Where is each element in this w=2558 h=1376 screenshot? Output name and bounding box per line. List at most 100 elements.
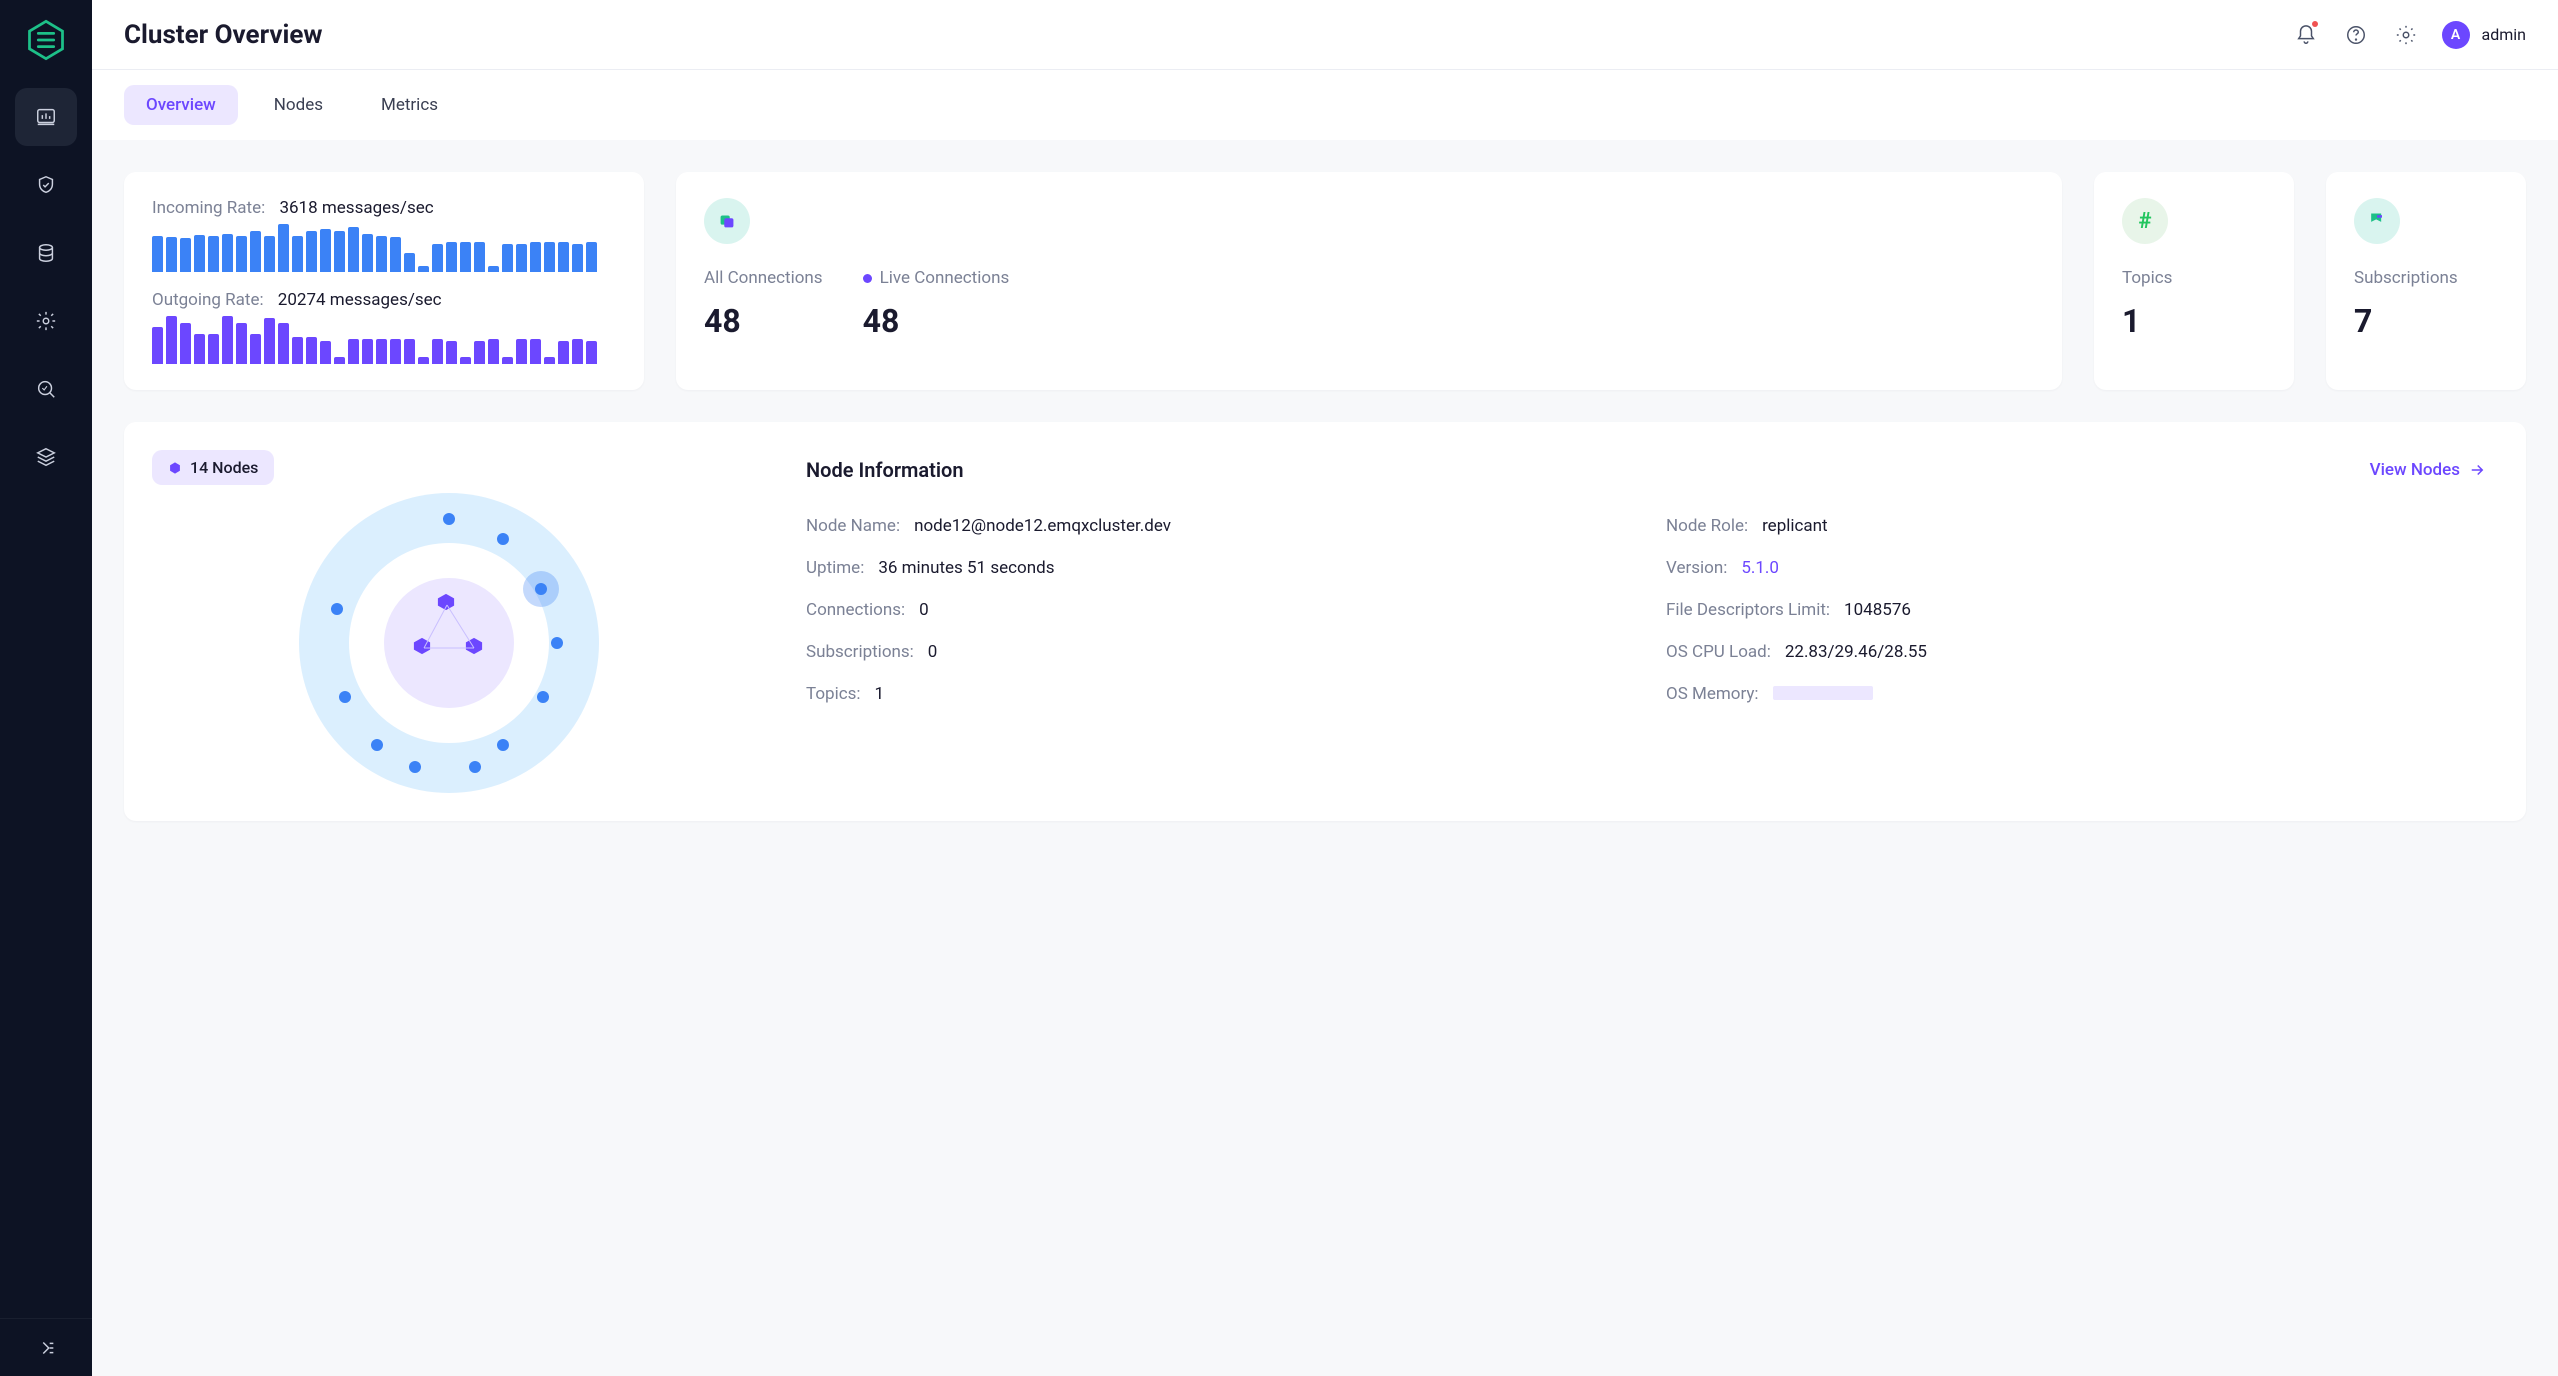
help-button[interactable] — [2342, 21, 2370, 49]
outgoing-rate-chart — [152, 316, 616, 364]
settings-button[interactable] — [2392, 21, 2420, 49]
notifications-button[interactable] — [2292, 21, 2320, 49]
bar — [292, 337, 303, 364]
bar — [208, 334, 219, 364]
connections-icon — [704, 198, 750, 244]
bar — [544, 357, 555, 364]
core-links — [384, 578, 514, 708]
bar — [306, 231, 317, 272]
live-connections-value: 48 — [863, 302, 1010, 340]
bar — [432, 244, 443, 272]
nav-dashboard[interactable] — [15, 88, 77, 146]
bar — [432, 339, 443, 364]
bar — [390, 339, 401, 364]
node-name-label: Node Name: — [806, 516, 900, 536]
bar — [362, 339, 373, 364]
subscriptions-card: Subscriptions 7 — [2326, 172, 2526, 390]
fd-value: 1048576 — [1844, 600, 1911, 620]
cpu-label: OS CPU Load: — [1666, 642, 1771, 662]
bar — [502, 244, 513, 272]
bar — [446, 242, 457, 272]
cpu-value: 22.83/29.46/28.55 — [1785, 642, 1927, 662]
bar — [404, 339, 415, 364]
bar — [404, 253, 415, 272]
nodes-count-badge: 14 Nodes — [152, 450, 274, 485]
fd-label: File Descriptors Limit: — [1666, 600, 1830, 620]
tab-nodes[interactable]: Nodes — [252, 85, 345, 125]
topics-label: Topics — [2122, 268, 2266, 288]
version-value[interactable]: 5.1.0 — [1741, 558, 1779, 578]
hash-icon: # — [2122, 198, 2168, 244]
incoming-rate-label: Incoming Rate: 3618 messages/sec — [152, 198, 616, 218]
notification-dot-icon — [2312, 21, 2318, 27]
node-name-value: node12@node12.emqxcluster.dev — [914, 516, 1171, 536]
bar — [348, 339, 359, 364]
node-role-value: replicant — [1762, 516, 1828, 536]
bar — [488, 339, 499, 364]
bar — [544, 242, 555, 272]
bar — [320, 341, 331, 364]
node-info-panel: Node Information View Nodes Node Name: no… — [774, 422, 2526, 821]
uptime-value: 36 minutes 51 seconds — [878, 558, 1054, 578]
bar — [488, 266, 499, 272]
bar — [460, 242, 471, 272]
flag-icon — [2354, 198, 2400, 244]
bar — [474, 341, 485, 364]
bar — [572, 244, 583, 272]
nav-search[interactable] — [15, 360, 77, 418]
bar — [152, 327, 163, 364]
bar — [376, 339, 387, 364]
header: Cluster Overview A admin — [92, 0, 2558, 70]
bar — [474, 242, 485, 272]
bar — [278, 224, 289, 272]
cluster-visualization: 14 Nodes — [124, 422, 774, 821]
uptime-label: Uptime: — [806, 558, 864, 578]
nav-settings[interactable] — [15, 292, 77, 350]
bar — [194, 334, 205, 364]
nav-database[interactable] — [15, 224, 77, 282]
node-role-label: Node Role: — [1666, 516, 1748, 536]
tab-overview[interactable]: Overview — [124, 85, 238, 125]
topics-value: 1 — [2122, 302, 2266, 340]
arrow-right-icon — [2468, 461, 2486, 479]
bar — [530, 242, 541, 272]
connections-value: 0 — [919, 600, 929, 620]
topics-value2: 1 — [875, 684, 885, 704]
bar — [222, 316, 233, 364]
bar — [236, 236, 247, 272]
bar — [306, 337, 317, 364]
logo-icon — [24, 18, 68, 62]
bar — [348, 227, 359, 272]
bar — [572, 339, 583, 364]
live-dot-icon — [863, 274, 872, 283]
view-nodes-link[interactable]: View Nodes — [2370, 460, 2486, 480]
sidebar — [0, 0, 92, 1376]
subscriptions-label: Subscriptions — [2354, 268, 2498, 288]
memory-bar — [1773, 686, 1873, 700]
all-connections-value: 48 — [704, 302, 823, 340]
incoming-rate-chart — [152, 224, 616, 272]
nav-layers[interactable] — [15, 428, 77, 486]
avatar: A — [2442, 21, 2470, 49]
topics-label2: Topics: — [806, 684, 861, 704]
bar — [460, 357, 471, 364]
outgoing-rate-label: Outgoing Rate: 20274 messages/sec — [152, 290, 616, 310]
bar — [180, 238, 191, 272]
bar — [166, 316, 177, 364]
bar — [334, 357, 345, 364]
bar — [516, 244, 527, 272]
bar — [418, 357, 429, 364]
topics-card: # Topics 1 — [2094, 172, 2294, 390]
bar — [278, 323, 289, 364]
node-info-title: Node Information — [806, 458, 964, 482]
rates-card: Incoming Rate: 3618 messages/sec Outgoin… — [124, 172, 644, 390]
bar — [264, 318, 275, 364]
user-menu[interactable]: A admin — [2442, 21, 2526, 49]
bar — [362, 234, 373, 272]
sidebar-collapse-button[interactable] — [0, 1318, 92, 1376]
tab-metrics[interactable]: Metrics — [359, 85, 460, 125]
bar — [250, 334, 261, 364]
bar — [334, 231, 345, 272]
connections-card: All Connections 48 Live Connections 48 — [676, 172, 2062, 390]
nav-security[interactable] — [15, 156, 77, 214]
